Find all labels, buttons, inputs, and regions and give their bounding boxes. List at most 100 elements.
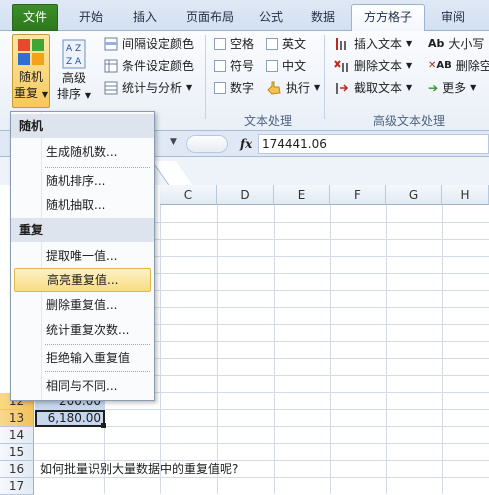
advanced-sort-label-2: 排序: [57, 87, 82, 101]
row-header-15[interactable]: 15: [0, 444, 34, 461]
checkbox-box[interactable]: [266, 38, 278, 50]
namebox-dropdown-arrow-icon[interactable]: ▼: [170, 137, 177, 147]
tab-insert[interactable]: 插入: [124, 5, 166, 31]
menu-header-random: 随机: [11, 114, 154, 138]
menu-separator: [45, 167, 150, 168]
dropdown-arrow-icon: ▼: [41, 90, 48, 99]
checkbox-chinese-label: 中文: [282, 59, 307, 73]
menu-item-delete-duplicates[interactable]: 删除重复值...: [14, 293, 151, 317]
delete-text-icon: [334, 60, 348, 72]
delete-text-label: 删除文本: [354, 59, 403, 73]
tab-file[interactable]: 文件: [12, 4, 58, 31]
dropdown-arrow-icon: ▼: [84, 91, 91, 100]
checkbox-chinese[interactable]: 中文: [266, 56, 306, 76]
conditional-color-label: 条件设定颜色: [122, 59, 195, 73]
extract-text-label: 截取文本: [354, 81, 403, 95]
menu-item-extract-unique[interactable]: 提取唯一值...: [14, 244, 151, 268]
svg-text:A: A: [66, 44, 73, 54]
checkbox-english[interactable]: 英文: [266, 34, 306, 54]
execute-label: 执行: [286, 81, 311, 95]
random-repeat-button[interactable]: 随机 重复 ▼: [12, 34, 50, 108]
checkbox-number-label: 数字: [230, 81, 255, 95]
case-label: 大小写: [448, 37, 485, 51]
column-header-f[interactable]: F: [330, 185, 386, 205]
fill-handle[interactable]: [101, 423, 106, 428]
svg-text:A: A: [75, 57, 82, 67]
row-header-17[interactable]: 17: [0, 478, 34, 495]
delete-space-icon: ✕AB: [428, 56, 452, 76]
hand-pointer-icon: [267, 81, 281, 95]
dropdown-arrow-icon: ▼: [406, 61, 413, 70]
checkbox-symbol[interactable]: 符号: [214, 56, 254, 76]
cell-b13[interactable]: 6,180.00: [35, 410, 101, 427]
checkbox-box[interactable]: [266, 60, 278, 72]
group-label-text-processing: 文本处理: [243, 114, 292, 128]
conditional-color-button[interactable]: 条件设定颜色: [104, 56, 194, 76]
case-icon: Ab: [428, 37, 445, 50]
fx-icon[interactable]: fx: [240, 135, 252, 153]
formula-bar-handle[interactable]: [186, 135, 228, 153]
random-repeat-label-2-wrap: 重复 ▼: [13, 85, 49, 103]
checkbox-box[interactable]: [214, 82, 226, 94]
execute-button[interactable]: 执行 ▼: [266, 78, 320, 98]
column-header-d[interactable]: D: [217, 185, 274, 205]
stats-analysis-button[interactable]: 统计与分析 ▼: [104, 78, 192, 98]
insert-text-label: 插入文本: [354, 37, 403, 51]
column-header-e[interactable]: E: [274, 185, 330, 205]
column-header-c[interactable]: C: [160, 185, 217, 205]
tab-home[interactable]: 开始: [70, 5, 112, 31]
insert-text-button[interactable]: 插入文本 ▼: [334, 34, 412, 54]
dropdown-arrow-icon: ▼: [406, 39, 413, 48]
column-header-h[interactable]: H: [442, 185, 489, 205]
menu-separator: [45, 344, 150, 345]
advanced-sort-label-1: 高级: [61, 71, 86, 85]
checkbox-space[interactable]: 空格: [214, 34, 254, 54]
case-button[interactable]: Ab 大小写: [428, 34, 484, 54]
delete-space-button[interactable]: ✕AB 删除空格: [428, 56, 489, 76]
delete-space-label: 删除空格: [455, 59, 489, 73]
advanced-sort-label-2-wrap: 排序 ▼: [54, 86, 94, 104]
table-condition-icon: [104, 59, 118, 73]
checkbox-symbol-label: 符号: [230, 59, 255, 73]
row-header-14[interactable]: 14: [0, 427, 34, 444]
tab-data[interactable]: 数据: [302, 5, 344, 31]
checkbox-english-label: 英文: [282, 37, 307, 51]
menu-separator: [45, 371, 150, 372]
advanced-sort-button[interactable]: A Z Z A 高级 排序 ▼: [54, 34, 94, 108]
checkbox-number[interactable]: 数字: [214, 78, 254, 98]
checkbox-space-label: 空格: [230, 37, 255, 51]
checkbox-box[interactable]: [214, 60, 226, 72]
grid-line: [34, 443, 489, 444]
cell-a16[interactable]: 如何批量识别大量数据中的重复值呢?: [40, 461, 238, 478]
checkbox-box[interactable]: [214, 38, 226, 50]
menu-item-count-duplicates[interactable]: 统计重复次数...: [14, 318, 151, 342]
interval-color-button[interactable]: 间隔设定颜色: [104, 34, 194, 54]
menu-item-random-pick[interactable]: 随机抽取...: [14, 193, 151, 217]
stats-table-icon: [104, 81, 118, 95]
more-button[interactable]: ➔ 更多 ▼: [428, 78, 476, 98]
tab-review[interactable]: 审阅: [432, 5, 474, 31]
dropdown-arrow-icon: ▼: [470, 83, 477, 92]
tab-fangfang-gezi[interactable]: 方方格子: [351, 4, 425, 31]
row-header-13[interactable]: 13: [0, 410, 34, 427]
menu-item-random-sort[interactable]: 随机排序...: [14, 169, 151, 193]
svg-text:Z: Z: [75, 44, 81, 54]
extract-text-button[interactable]: 截取文本 ▼: [334, 78, 412, 98]
sort-az-icon: A Z Z A: [62, 39, 86, 69]
menu-item-highlight-duplicates[interactable]: 高亮重复值...: [14, 268, 151, 292]
more-label: 更多: [442, 81, 467, 95]
grid-line: [274, 205, 275, 494]
menu-item-same-and-different[interactable]: 相同与不同...: [14, 374, 151, 398]
delete-text-button[interactable]: 删除文本 ▼: [334, 56, 412, 76]
dropdown-arrow-icon: ▼: [186, 83, 193, 92]
tab-formulas[interactable]: 公式: [250, 5, 292, 31]
menu-item-generate-random[interactable]: 生成随机数...: [14, 140, 151, 164]
tab-page-layout[interactable]: 页面布局: [178, 5, 242, 31]
menu-item-reject-duplicate-input[interactable]: 拒绝输入重复值: [14, 346, 151, 370]
ribbon-separator: [324, 35, 325, 119]
column-header-g[interactable]: G: [386, 185, 442, 205]
row-header-16[interactable]: 16: [0, 461, 34, 478]
table-color-icon: [104, 37, 118, 51]
interval-color-label: 间隔设定颜色: [122, 37, 195, 51]
grid-line: [217, 205, 218, 494]
